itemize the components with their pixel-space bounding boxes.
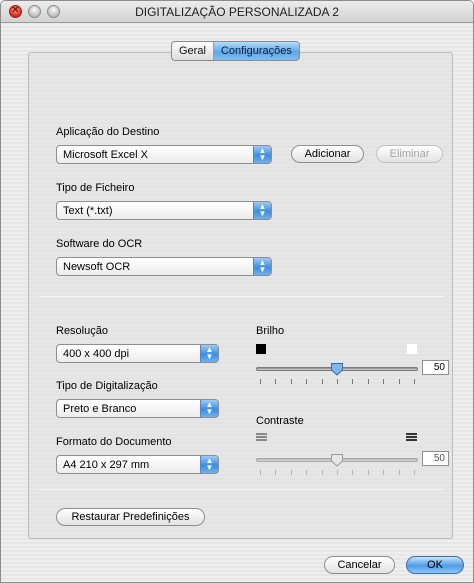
slider-tick: [322, 379, 323, 384]
slider-tick: [414, 379, 415, 384]
slider-tick: [368, 470, 369, 475]
slider-tick: [399, 470, 400, 475]
slider-tick: [291, 379, 292, 384]
add-button[interactable]: Adicionar: [291, 145, 364, 163]
tab-settings[interactable]: Configurações: [212, 42, 299, 60]
contrast-value[interactable]: 50: [422, 451, 449, 466]
tab-bar: Geral Configurações: [171, 41, 300, 61]
title-bar: DIGITALIZAÇÃO PERSONALIZADA 2: [1, 1, 473, 23]
section-divider: [39, 489, 443, 490]
slider-tick: [275, 379, 276, 384]
popup-arrows-icon: ▲ ▼: [200, 345, 218, 362]
doc-format-value: A4 210 x 297 mm: [63, 459, 150, 471]
slider-tick: [275, 470, 276, 475]
contrast-slider-thumb[interactable]: [330, 453, 344, 467]
slider-tick: [291, 470, 292, 475]
slider-tick: [337, 470, 338, 475]
scan-settings-window: DIGITALIZAÇÃO PERSONALIZADA 2 Geral Conf…: [0, 0, 474, 583]
remove-button[interactable]: Eliminar: [376, 145, 443, 163]
popup-arrows-icon: ▲ ▼: [200, 400, 218, 417]
window-title: DIGITALIZAÇÃO PERSONALIZADA 2: [135, 5, 339, 19]
file-type-label: Tipo de Ficheiro: [56, 182, 135, 194]
slider-tick: [352, 379, 353, 384]
tab-general[interactable]: Geral: [172, 42, 213, 60]
slider-tick: [306, 470, 307, 475]
file-type-select[interactable]: Text (*.txt) ▲ ▼: [56, 201, 272, 220]
slider-tick: [383, 470, 384, 475]
settings-panel: Aplicação do Destino Microsoft Excel X ▲…: [28, 52, 453, 539]
cancel-button[interactable]: Cancelar: [324, 556, 395, 574]
brightness-value[interactable]: 50: [422, 360, 449, 375]
ocr-select[interactable]: Newsoft OCR ▲ ▼: [56, 257, 272, 276]
slider-tick: [260, 379, 261, 384]
doc-format-select[interactable]: A4 210 x 297 mm ▲ ▼: [56, 455, 219, 474]
resolution-select[interactable]: 400 x 400 dpi ▲ ▼: [56, 344, 219, 363]
window-content: Geral Configurações Aplicação do Destino…: [1, 24, 473, 582]
white-square-icon: [407, 344, 417, 354]
low-contrast-lines-icon: [256, 433, 267, 443]
brightness-label: Brilho: [256, 325, 285, 337]
ok-button[interactable]: OK: [406, 556, 464, 574]
destination-label: Aplicação do Destino: [56, 126, 160, 138]
slider-tick: [352, 470, 353, 475]
section-divider: [39, 296, 443, 297]
destination-select[interactable]: Microsoft Excel X ▲ ▼: [56, 145, 272, 164]
slider-tick: [260, 470, 261, 475]
contrast-ticks: [256, 470, 418, 476]
popup-arrows-icon: ▲ ▼: [253, 146, 271, 163]
scan-type-value: Preto e Branco: [63, 403, 137, 415]
slider-tick: [414, 470, 415, 475]
resolution-label: Resolução: [56, 325, 108, 337]
popup-arrows-icon: ▲ ▼: [200, 456, 218, 473]
scan-type-select[interactable]: Preto e Branco ▲ ▼: [56, 399, 219, 418]
brightness-slider-thumb[interactable]: [330, 362, 344, 376]
high-contrast-lines-icon: [406, 433, 417, 443]
file-type-value: Text (*.txt): [63, 205, 113, 217]
contrast-label: Contraste: [256, 415, 304, 427]
slider-tick: [383, 379, 384, 384]
ocr-value: Newsoft OCR: [63, 261, 131, 273]
brightness-ticks: [256, 379, 418, 385]
doc-format-label: Formato do Documento: [56, 436, 172, 448]
slider-tick: [306, 379, 307, 384]
destination-value: Microsoft Excel X: [63, 149, 148, 161]
slider-tick: [368, 379, 369, 384]
restore-defaults-button[interactable]: Restaurar Predefinições: [56, 508, 205, 526]
ocr-label: Software do OCR: [56, 238, 143, 250]
popup-arrows-icon: ▲ ▼: [253, 258, 271, 275]
slider-tick: [399, 379, 400, 384]
slider-tick: [322, 470, 323, 475]
resolution-value: 400 x 400 dpi: [63, 348, 130, 360]
slider-tick: [337, 379, 338, 384]
black-square-icon: [256, 344, 266, 354]
scan-type-label: Tipo de Digitalização: [56, 380, 158, 392]
popup-arrows-icon: ▲ ▼: [253, 202, 271, 219]
